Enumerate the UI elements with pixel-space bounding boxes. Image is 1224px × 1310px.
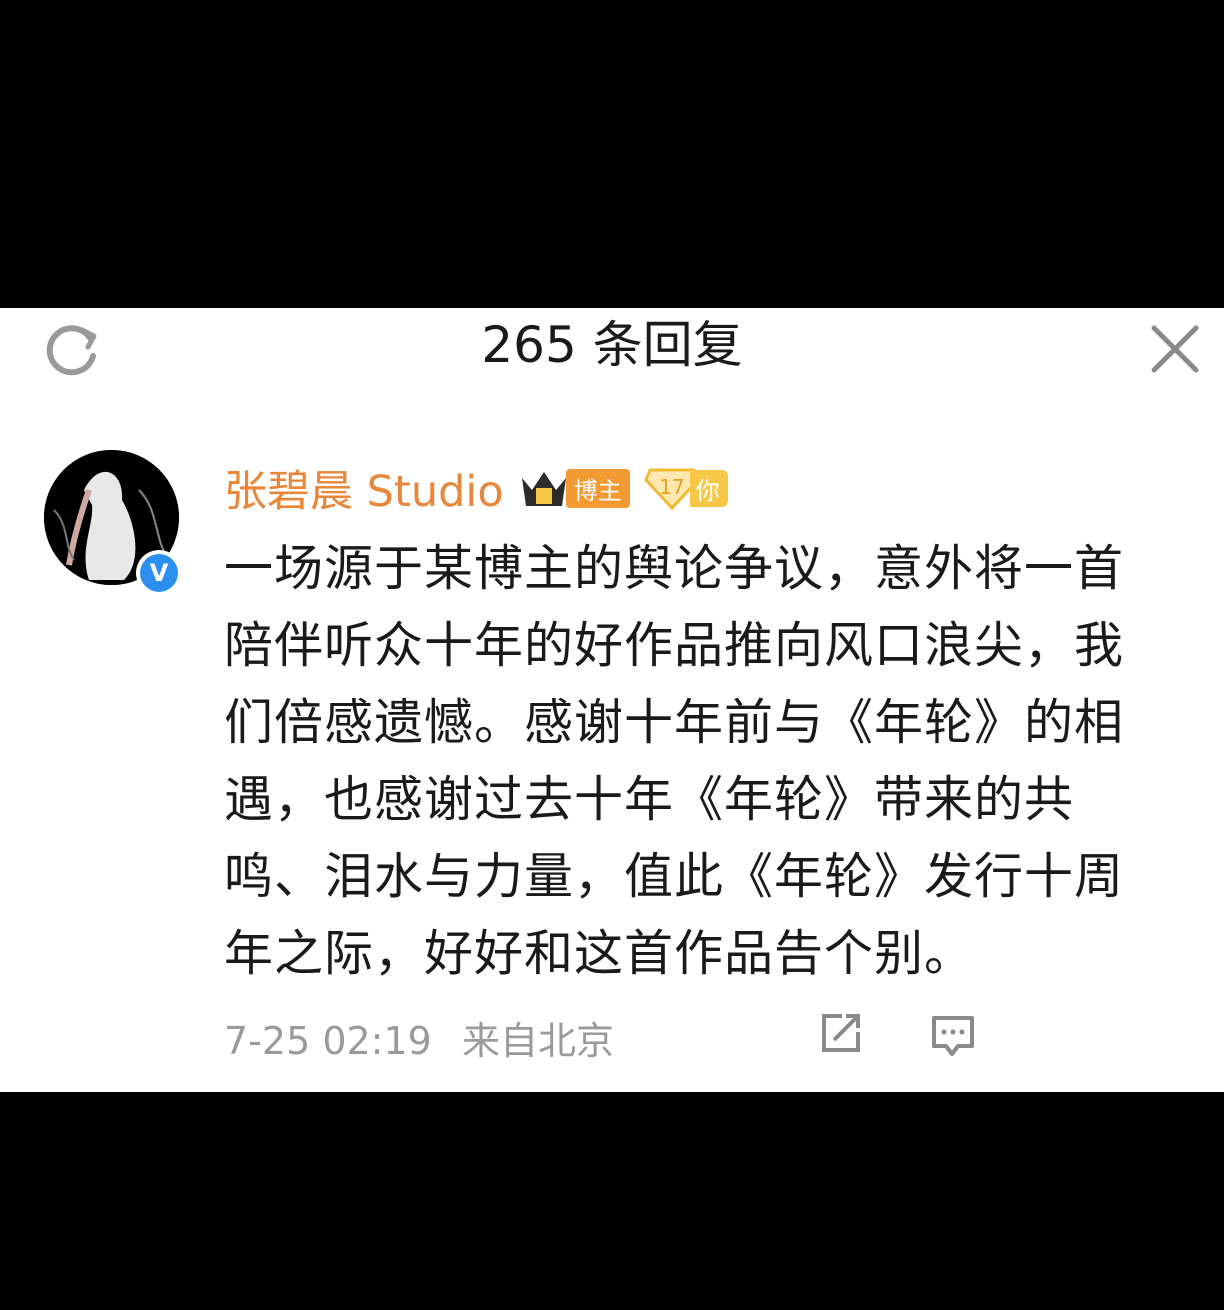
verified-mark: V [140,554,178,592]
content-line: 一场源于某博主的舆论争议，意外将一首 [224,540,1125,597]
panel-header: 265 条回复 [0,308,1224,400]
fan-label: 你 [689,469,728,507]
content-line: 遇，也感谢过去十年《年轮》带来的共 [224,771,1075,828]
post-content: 一场源于某博主的舆论争议，意外将一首 陪伴听众十年的好作品推向风口浪尖，我 们倍… [224,530,1184,992]
comment-icon[interactable] [930,1012,976,1058]
crown-icon [521,472,566,506]
post-meta: 7-25 02:19 来自北京 [224,1010,632,1065]
post-date: 7-25 02:19 [224,1019,432,1063]
fan-level-badge: 17 你 [643,466,728,510]
username-row: 张碧晨 Studio 博主 17 你 [224,458,728,518]
content-line: 们倍感遗憾。感谢十年前与《年轮》的相 [224,694,1125,751]
blogger-badge: 博主 [518,466,630,510]
content-line: 年之际，好好和这首作品告个别。 [224,925,975,982]
username[interactable]: 张碧晨 Studio [224,457,504,519]
content-line: 陪伴听众十年的好作品推向风口浪尖，我 [224,617,1125,674]
repost-icon[interactable] [818,1010,864,1056]
blogger-label: 博主 [565,468,630,508]
content-line: 鸣、泪水与力量，值此《年轮》发行十周 [224,848,1125,905]
fan-level-number: 17 [659,475,684,499]
verified-icon: V [136,550,182,596]
close-icon[interactable] [1146,316,1204,380]
page-title: 265 条回复 [481,316,743,374]
reply-panel: 265 条回复 V 张碧晨 Studio 博主 17 你 一场源于某博主的舆论争… [0,308,1224,1092]
post-source: 来自北京 [461,1019,614,1063]
